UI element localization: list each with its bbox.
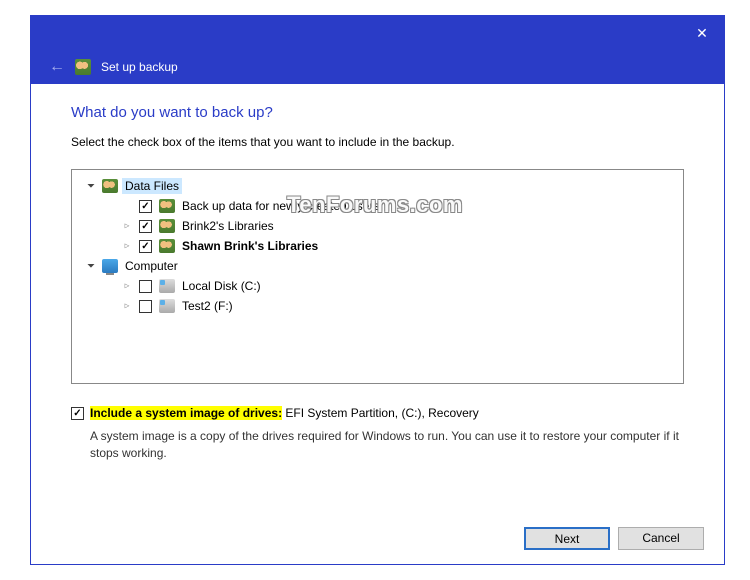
titlebar: ✕ xyxy=(31,16,724,50)
node-label[interactable]: Brink2's Libraries xyxy=(179,218,277,234)
system-image-label-bold: Include a system image of drives: xyxy=(90,406,282,420)
wizard-window: ✕ ← Set up backup What do you want to ba… xyxy=(30,15,725,565)
users-icon xyxy=(159,199,175,213)
node-label[interactable]: Data Files xyxy=(122,178,182,194)
backup-icon xyxy=(75,59,91,75)
drive-icon xyxy=(159,299,175,313)
system-image-checkbox[interactable] xyxy=(71,407,84,420)
drive-icon xyxy=(159,279,175,293)
page-subtext: Select the check box of the items that y… xyxy=(71,135,684,149)
tree-node-lib2[interactable]: Shawn Brink's Libraries xyxy=(76,236,679,256)
page-heading: What do you want to back up? xyxy=(71,104,684,121)
button-bar: Next Cancel xyxy=(524,527,704,550)
expander-icon[interactable] xyxy=(120,241,134,251)
close-button[interactable]: ✕ xyxy=(692,23,712,43)
system-image-note: A system image is a copy of the drives r… xyxy=(90,428,684,462)
tree-node-new-users[interactable]: Back up data for newly created users xyxy=(76,196,679,216)
users-icon xyxy=(159,219,175,233)
checkbox[interactable] xyxy=(139,200,152,213)
users-icon xyxy=(159,239,175,253)
expander-icon[interactable] xyxy=(84,261,98,272)
back-arrow-icon[interactable]: ← xyxy=(49,58,65,76)
node-label[interactable]: Shawn Brink's Libraries xyxy=(179,238,321,254)
checkbox[interactable] xyxy=(139,220,152,233)
tree-node-drive-c[interactable]: Local Disk (C:) xyxy=(76,276,679,296)
expander-icon[interactable] xyxy=(120,281,134,291)
expander-icon[interactable] xyxy=(120,221,134,231)
cancel-button[interactable]: Cancel xyxy=(618,527,704,550)
system-image-label-rest: EFI System Partition, (C:), Recovery xyxy=(282,406,479,420)
computer-icon xyxy=(102,259,118,273)
users-icon xyxy=(102,179,118,193)
content-area: What do you want to back up? Select the … xyxy=(31,84,724,472)
tree-node-drive-f[interactable]: Test2 (F:) xyxy=(76,296,679,316)
expander-icon[interactable] xyxy=(120,301,134,311)
node-label[interactable]: Computer xyxy=(122,258,181,274)
header-title: Set up backup xyxy=(101,60,178,74)
tree-view[interactable]: Data Files Back up data for newly create… xyxy=(71,169,684,384)
tree-node-data-files[interactable]: Data Files xyxy=(76,176,679,196)
tree-node-computer[interactable]: Computer xyxy=(76,256,679,276)
checkbox[interactable] xyxy=(139,280,152,293)
node-label[interactable]: Local Disk (C:) xyxy=(179,278,264,294)
checkbox[interactable] xyxy=(139,300,152,313)
system-image-row: Include a system image of drives: EFI Sy… xyxy=(71,406,684,420)
expander-icon[interactable] xyxy=(84,181,98,192)
tree-node-lib1[interactable]: Brink2's Libraries xyxy=(76,216,679,236)
checkbox[interactable] xyxy=(139,240,152,253)
next-button[interactable]: Next xyxy=(524,527,610,550)
header-strip: ← Set up backup xyxy=(31,50,724,84)
node-label[interactable]: Back up data for newly created users xyxy=(179,198,382,214)
node-label[interactable]: Test2 (F:) xyxy=(179,298,236,314)
system-image-label: Include a system image of drives: EFI Sy… xyxy=(90,406,479,420)
